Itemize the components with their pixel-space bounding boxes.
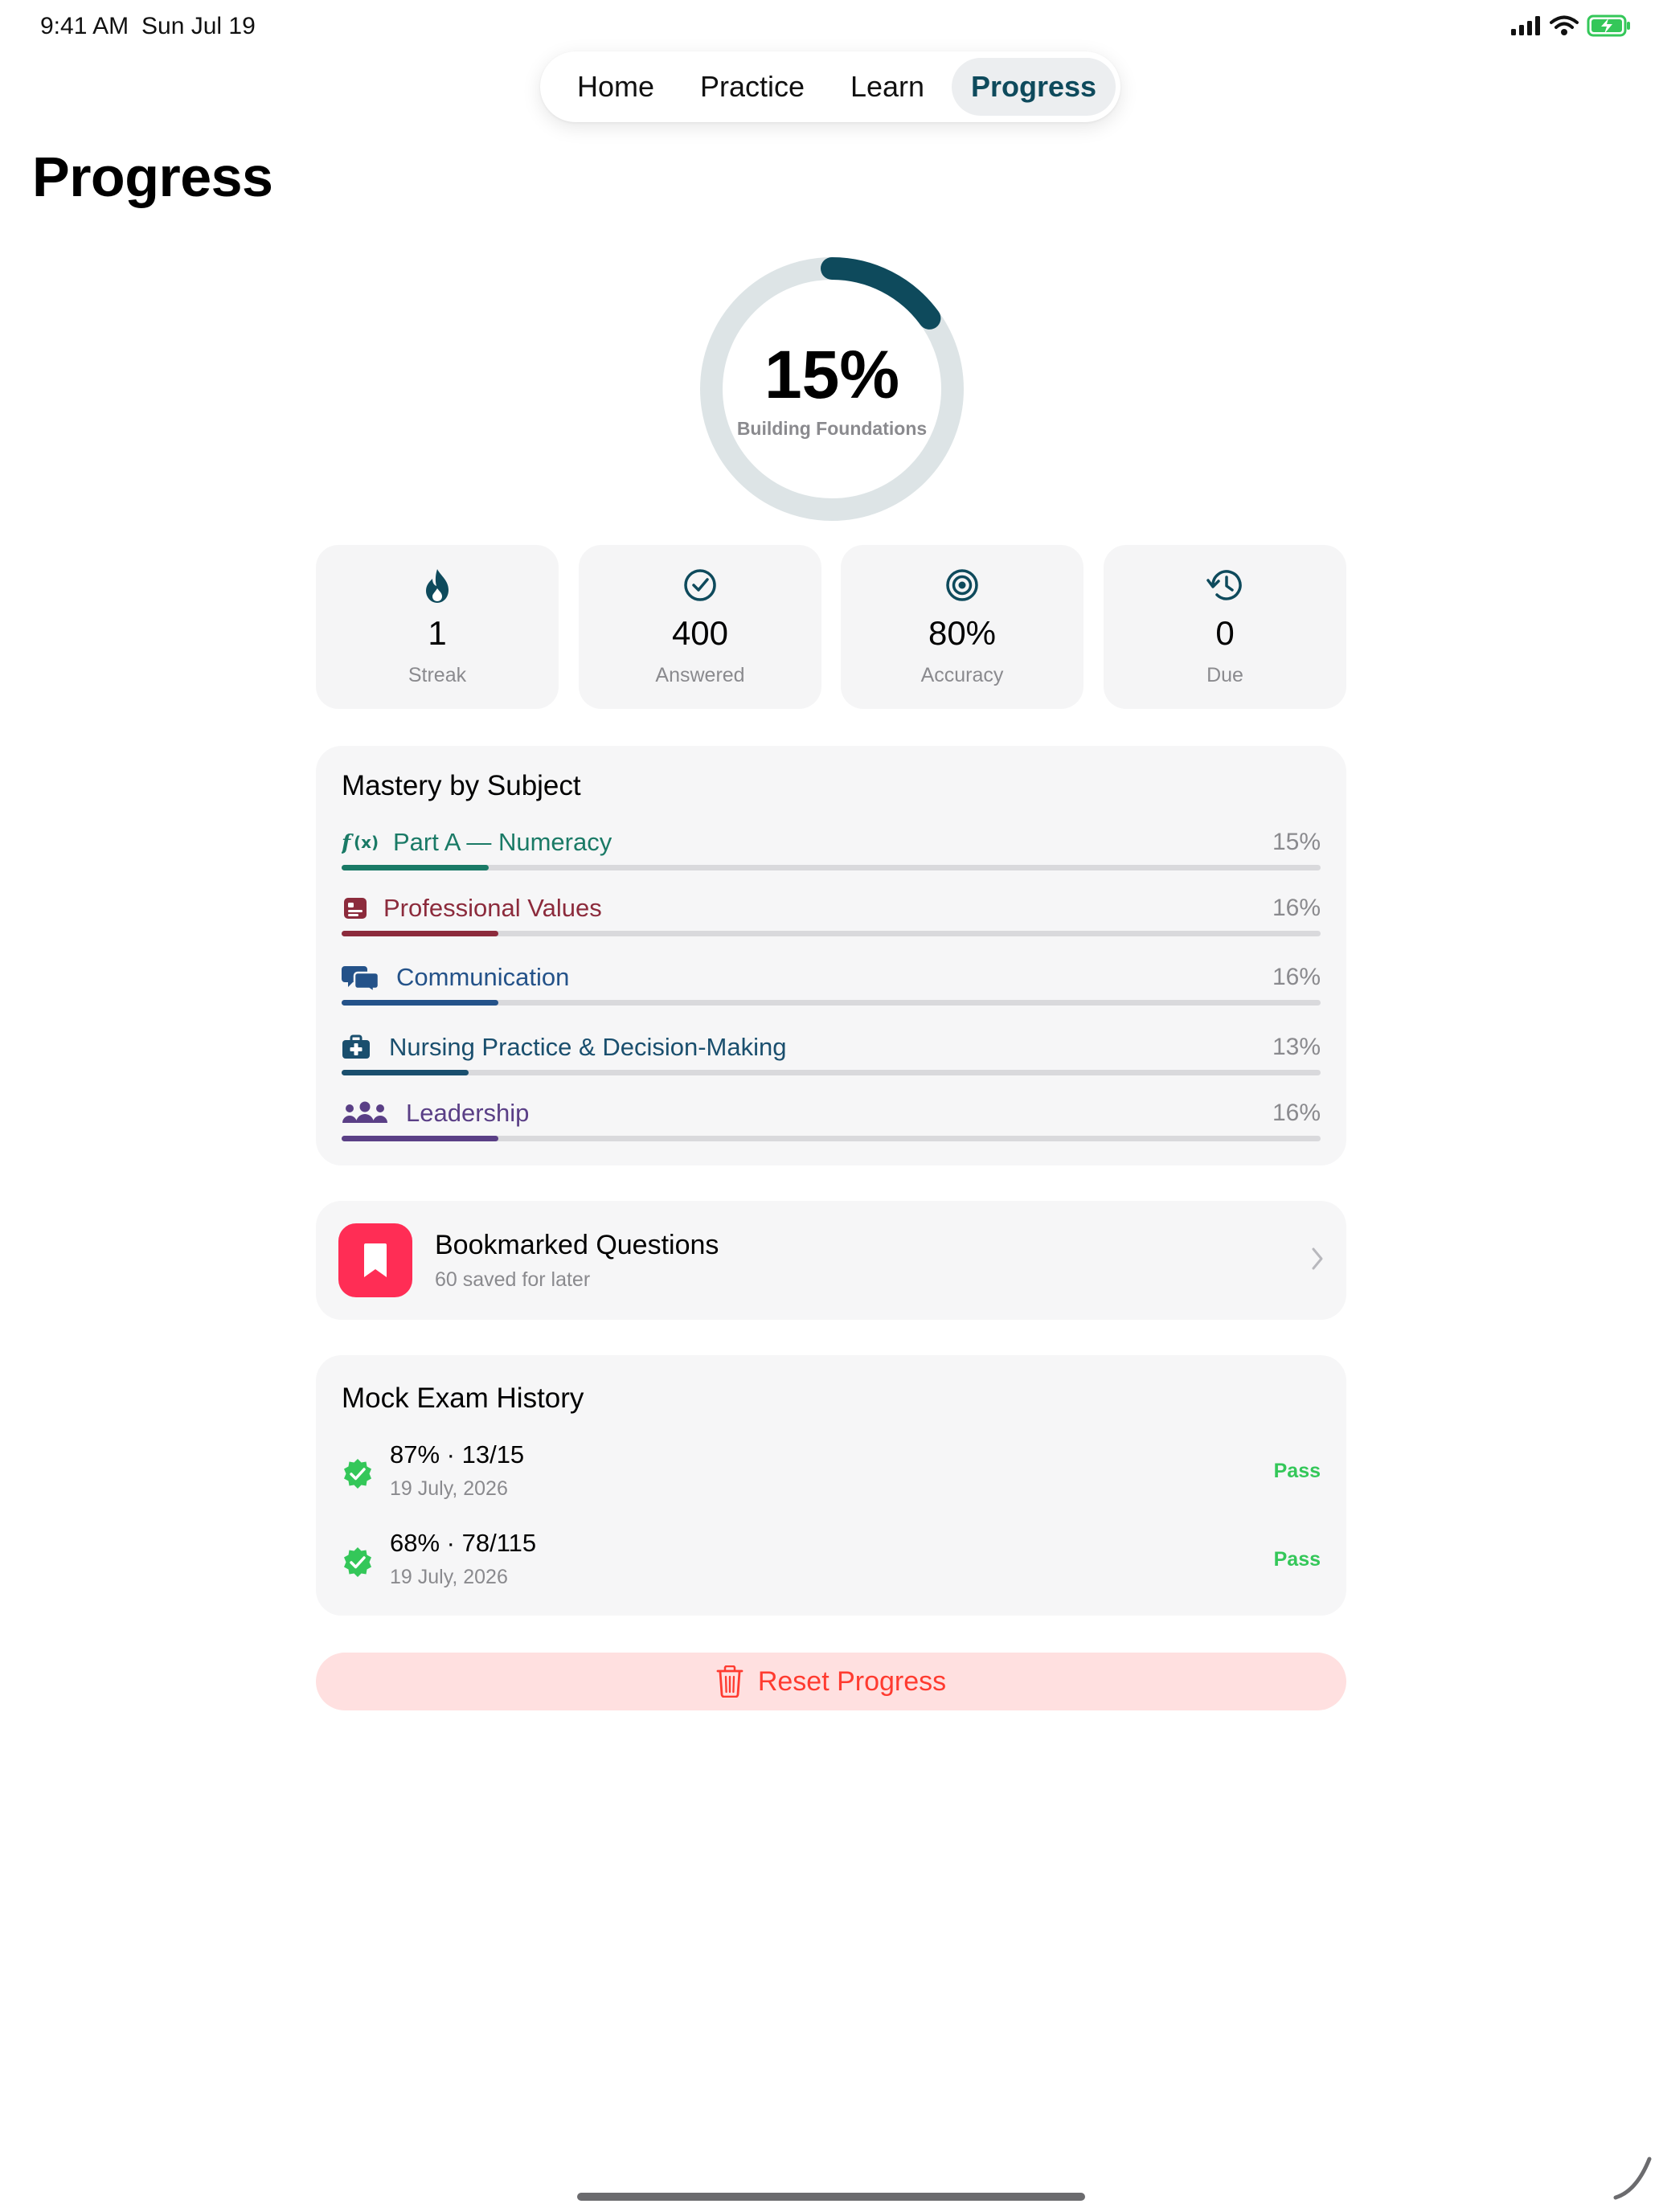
status-icons [1509, 14, 1632, 37]
trash-icon [716, 1665, 743, 1698]
chevron-right-icon [1312, 1247, 1323, 1270]
stat-card-due: 0 Due [1104, 545, 1346, 709]
tab-progress[interactable]: Progress [952, 58, 1116, 116]
svg-text:(x): (x) [354, 833, 379, 852]
subject-name: Leadership [406, 1099, 530, 1127]
stat-label: Due [1206, 664, 1243, 686]
exam-score: 87% · 13/15 [390, 1440, 525, 1469]
stat-card-accuracy: 80% Accuracy [841, 545, 1083, 709]
subject-percent: 16% [1272, 895, 1321, 921]
subject-percent: 16% [1272, 964, 1321, 990]
subject-percent: 16% [1272, 1100, 1321, 1126]
subject-name: Communication [396, 963, 570, 991]
exam-status: Pass [1273, 1548, 1321, 1571]
tab-home[interactable]: Home [559, 58, 672, 116]
medical-bag-icon [342, 1034, 370, 1059]
mastery-card: Mastery by Subject ƒ (x) Part A — Numera… [316, 746, 1346, 1165]
stat-label: Answered [655, 664, 745, 686]
subject-percent: 13% [1272, 1034, 1321, 1060]
bookmarks-title: Bookmarked Questions [435, 1230, 719, 1260]
stat-card-answered: 400 Answered [579, 545, 821, 709]
progress-fill [342, 1136, 498, 1141]
exam-date: 19 July, 2026 [390, 1566, 508, 1588]
status-bar: 9:41 AM Sun Jul 19 [0, 0, 1659, 51]
verified-check-icon [344, 1547, 371, 1577]
id-card-icon [344, 898, 367, 919]
cellular-signal-icon [1511, 16, 1540, 35]
verified-check-icon [344, 1459, 371, 1489]
stat-value: 400 [671, 614, 729, 652]
status-date: Sun Jul 19 [141, 13, 256, 39]
tab-practice[interactable]: Practice [682, 58, 823, 116]
top-tab-bar: Home Practice Learn Progress [540, 51, 1120, 122]
mastery-title: Mastery by Subject [342, 770, 581, 801]
flame-icon [426, 569, 449, 603]
progress-fill [342, 931, 498, 936]
mock-exam-history-card: Mock Exam History 87% · 13/15 19 July, 2… [316, 1355, 1346, 1616]
subject-name: Professional Values [383, 894, 602, 922]
progress-track [342, 1000, 1321, 1006]
battery-charging-icon [1587, 14, 1630, 37]
bookmarks-subtitle: 60 saved for later [435, 1268, 591, 1291]
checkmark-circle-icon [684, 569, 716, 601]
subject-row-professional-values[interactable]: Professional Values 16% [342, 892, 1321, 960]
progress-track [342, 1136, 1321, 1141]
progress-fill [342, 1000, 498, 1006]
subject-row-nursing-practice[interactable]: Nursing Practice & Decision-Making 13% [342, 1031, 1321, 1099]
reset-progress-button[interactable]: Reset Progress [316, 1653, 1346, 1710]
subject-name: Nursing Practice & Decision-Making [389, 1033, 787, 1061]
exam-score: 68% · 78/115 [390, 1529, 537, 1557]
stat-value: 0 [1215, 614, 1235, 652]
progress-fill [342, 865, 489, 870]
progress-fill [342, 1070, 469, 1075]
subject-row-numeracy[interactable]: ƒ (x) Part A — Numeracy 15% [342, 826, 1321, 894]
overall-progress-ring: 15% Building Foundations [695, 252, 969, 526]
pencil-stroke-icon [1613, 2157, 1652, 2200]
page-title: Progress [32, 145, 273, 208]
clock-history-icon [1206, 570, 1242, 600]
bookmark-icon [364, 1243, 387, 1277]
progress-track [342, 1070, 1321, 1075]
exam-date: 19 July, 2026 [390, 1477, 508, 1500]
tab-learn[interactable]: Learn [833, 58, 942, 116]
function-icon: ƒ (x) [342, 831, 379, 855]
exam-row[interactable]: 68% · 78/115 19 July, 2026 Pass [342, 1529, 1321, 1593]
stat-label: Streak [408, 664, 467, 686]
bookmark-badge [338, 1223, 412, 1297]
bookmarked-questions-row[interactable]: Bookmarked Questions 60 saved for later [316, 1201, 1346, 1320]
subject-percent: 15% [1272, 829, 1321, 855]
overall-level-label: Building Foundations [736, 418, 928, 439]
subject-row-communication[interactable]: Communication 16% [342, 961, 1321, 1029]
subject-name: Part A — Numeracy [393, 828, 612, 856]
exam-row[interactable]: 87% · 13/15 19 July, 2026 Pass [342, 1440, 1321, 1505]
wifi-icon [1550, 15, 1579, 35]
people-icon [342, 1101, 387, 1123]
reset-progress-label: Reset Progress [757, 1665, 947, 1697]
stat-value: 1 [428, 614, 447, 652]
stat-value: 80% [928, 614, 997, 652]
progress-track [342, 865, 1321, 870]
chat-bubbles-icon [342, 966, 380, 992]
overall-percent: 15% [764, 337, 900, 412]
target-icon [946, 569, 978, 601]
progress-track [342, 931, 1321, 936]
exam-status: Pass [1273, 1460, 1321, 1482]
stat-card-streak: 1 Streak [316, 545, 559, 709]
svg-text:ƒ: ƒ [342, 831, 354, 855]
home-indicator[interactable] [577, 2193, 1085, 2201]
subject-row-leadership[interactable]: Leadership 16% [342, 1097, 1321, 1165]
mock-history-title: Mock Exam History [342, 1382, 584, 1414]
status-time: 9:41 AM [40, 13, 129, 39]
stat-label: Accuracy [920, 664, 1004, 686]
